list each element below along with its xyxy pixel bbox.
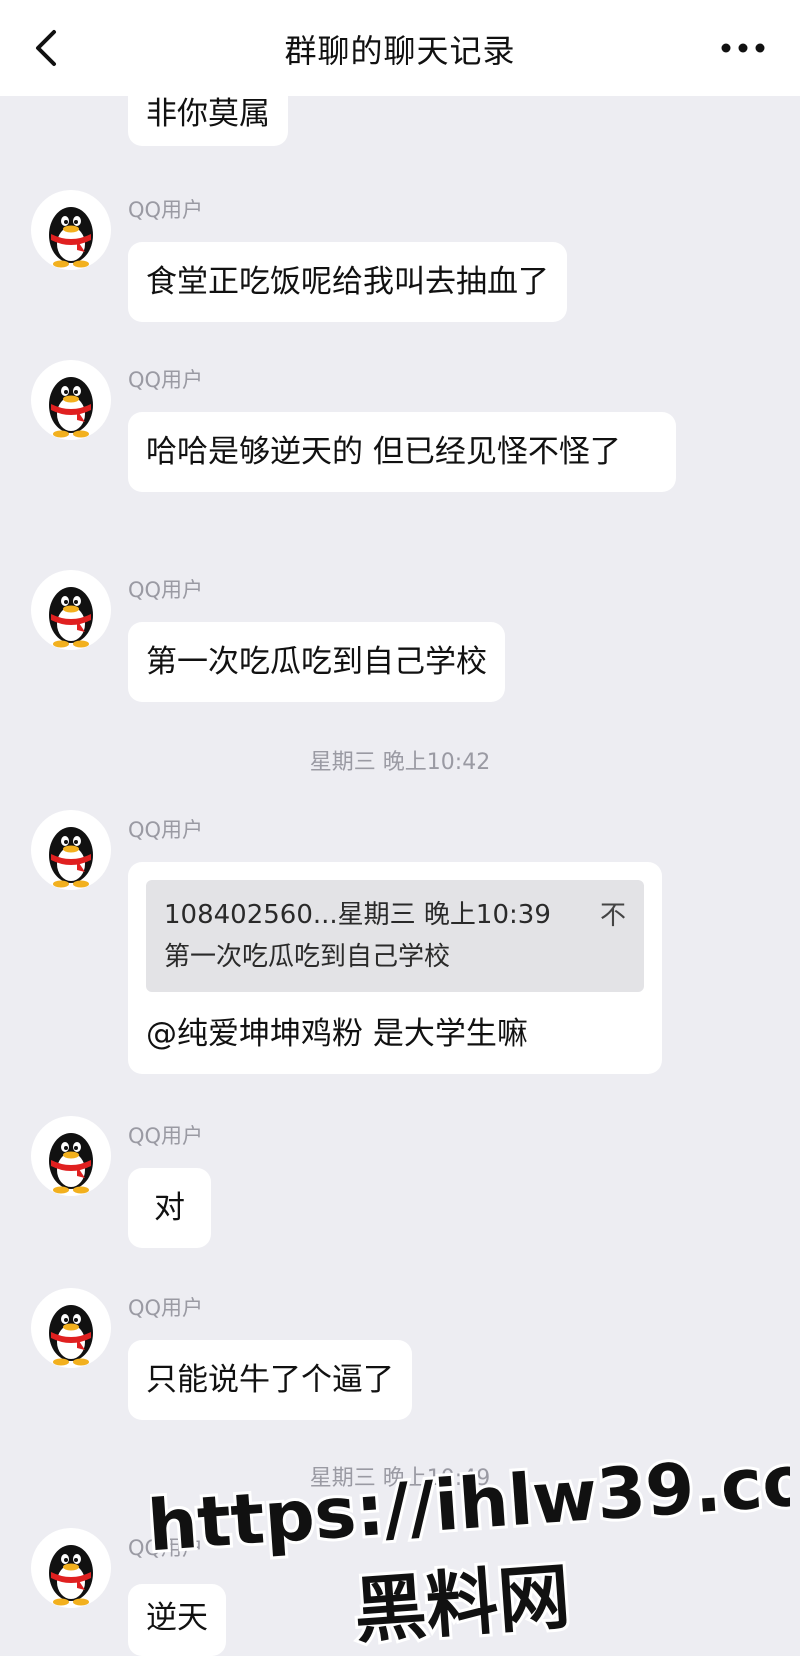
header-bar: 群聊的聊天记录 bbox=[0, 0, 800, 96]
sender-name: QQ用户 bbox=[128, 368, 204, 392]
message-bubble[interactable]: 食堂正吃饭呢给我叫去抽血了 bbox=[128, 242, 567, 322]
sender-name: QQ用户 bbox=[128, 578, 204, 602]
watermark: https://ihlw39.com 黑料网 bbox=[150, 1440, 790, 1650]
qq-penguin-avatar-icon bbox=[49, 587, 93, 648]
more-button[interactable] bbox=[716, 30, 770, 66]
message-bubble[interactable]: 108402560...星期三 晚上10:39 第一次吃瓜吃到自己学校 不 @纯… bbox=[128, 862, 662, 1074]
message-bubble[interactable]: 第一次吃瓜吃到自己学校 bbox=[128, 622, 505, 702]
qq-penguin-avatar-icon bbox=[49, 207, 93, 268]
sender-name: QQ用户 bbox=[128, 198, 204, 222]
avatar[interactable] bbox=[31, 570, 111, 650]
qq-penguin-avatar-icon bbox=[49, 1133, 93, 1194]
avatar[interactable] bbox=[31, 1288, 111, 1368]
avatar[interactable] bbox=[31, 810, 111, 890]
quote-meta: 108402560...星期三 晚上10:39 bbox=[164, 900, 551, 930]
watermark-site-name: 黑料网 bbox=[351, 1554, 572, 1650]
quote-arrow-icon: 不 bbox=[599, 901, 626, 931]
qq-penguin-avatar-icon bbox=[49, 377, 93, 438]
sender-name: QQ用户 bbox=[128, 818, 204, 842]
more-horizontal-icon bbox=[721, 43, 765, 53]
qq-penguin-avatar-icon bbox=[49, 1545, 93, 1606]
watermark-url: https://ihlw39.com bbox=[150, 1440, 790, 1567]
avatar[interactable] bbox=[31, 190, 111, 270]
qq-penguin-avatar-icon bbox=[49, 1305, 93, 1366]
message-bubble[interactable]: 对 bbox=[128, 1168, 211, 1248]
sender-name: QQ用户 bbox=[128, 1124, 204, 1148]
message-text: @纯爱坤坤鸡粉 是大学生嘛 bbox=[146, 1016, 528, 1052]
avatar[interactable] bbox=[31, 1528, 111, 1608]
page-title: 群聊的聊天记录 bbox=[284, 32, 516, 70]
sender-name: QQ用户 bbox=[128, 1296, 204, 1320]
avatar[interactable] bbox=[31, 1116, 111, 1196]
quoted-message[interactable]: 108402560...星期三 晚上10:39 第一次吃瓜吃到自己学校 不 bbox=[146, 880, 644, 992]
message-bubble[interactable]: 只能说牛了个逼了 bbox=[128, 1340, 412, 1420]
timestamp: 星期三 晚上10:42 bbox=[309, 750, 491, 775]
quote-text: 第一次吃瓜吃到自己学校 bbox=[164, 942, 451, 972]
avatar[interactable] bbox=[31, 360, 111, 440]
qq-penguin-avatar-icon bbox=[49, 827, 93, 888]
message-bubble[interactable]: 哈哈是够逆天的 但已经见怪不怪了 bbox=[128, 412, 676, 492]
